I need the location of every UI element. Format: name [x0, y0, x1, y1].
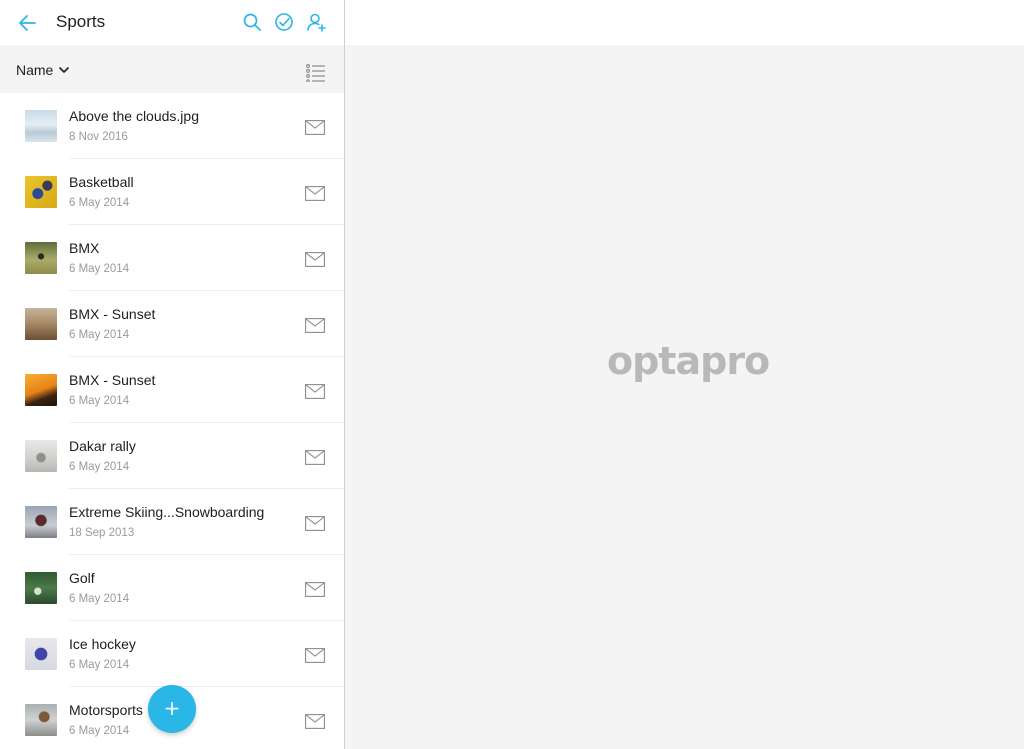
thumbnail-image [25, 176, 57, 208]
sort-by-button[interactable]: Name [16, 62, 70, 78]
optapro-logo: optapro [607, 339, 770, 383]
arrow-left-icon[interactable] [16, 11, 40, 35]
item-date: 6 May 2014 [69, 659, 130, 671]
search-icon[interactable] [241, 11, 263, 33]
list-item[interactable]: BMX 6 May 2014 [0, 225, 344, 291]
chevron-down-icon [59, 66, 70, 73]
list-item[interactable]: BMX - Sunset 6 May 2014 [0, 291, 344, 357]
list-view-icon[interactable] [306, 64, 326, 83]
item-date: 6 May 2014 [69, 593, 130, 605]
sort-by-label: Name [16, 62, 54, 78]
item-name: Ice hockey [69, 636, 136, 652]
page-title: Sports [56, 12, 106, 31]
mail-icon[interactable] [305, 186, 325, 201]
mail-icon[interactable] [305, 648, 325, 663]
thumbnail-image [25, 242, 57, 274]
item-name: Basketball [69, 174, 134, 190]
add-button[interactable]: + [148, 685, 196, 733]
item-name: BMX - Sunset [69, 372, 156, 388]
item-date: 8 Nov 2016 [69, 131, 128, 143]
list-item[interactable]: Above the clouds.jpg 8 Nov 2016 [0, 93, 344, 159]
plus-icon: + [163, 696, 181, 720]
item-name: Golf [69, 570, 95, 586]
mail-icon[interactable] [305, 384, 325, 399]
item-name: Extreme Skiing...Snowboarding [69, 504, 265, 520]
item-date: 6 May 2014 [69, 461, 130, 473]
item-date: 6 May 2014 [69, 197, 130, 209]
list-item[interactable]: Golf 6 May 2014 [0, 555, 344, 621]
thumbnail-image [25, 374, 57, 406]
mail-icon[interactable] [305, 516, 325, 531]
mail-icon[interactable] [305, 450, 325, 465]
thumbnail-image [25, 110, 57, 142]
mail-icon[interactable] [305, 318, 325, 333]
thumbnail-image [25, 572, 57, 604]
thumbnail-image [25, 440, 57, 472]
item-name: Above the clouds.jpg [69, 108, 199, 124]
item-date: 6 May 2014 [69, 725, 130, 737]
list-item[interactable]: Extreme Skiing...Snowboarding 18 Sep 201… [0, 489, 344, 555]
mail-icon[interactable] [305, 582, 325, 597]
select-check-icon[interactable] [273, 11, 295, 33]
list-item[interactable]: Basketball 6 May 2014 [0, 159, 344, 225]
item-name: BMX - Sunset [69, 306, 156, 322]
thumbnail-image [25, 638, 57, 670]
thumbnail-image [25, 308, 57, 340]
sort-bar: Name [0, 45, 344, 93]
mail-icon[interactable] [305, 120, 325, 135]
add-user-icon[interactable] [305, 11, 327, 33]
mail-icon[interactable] [305, 252, 325, 267]
item-date: 6 May 2014 [69, 329, 130, 341]
item-name: BMX [69, 240, 100, 256]
item-date: 6 May 2014 [69, 395, 130, 407]
item-date: 18 Sep 2013 [69, 527, 135, 539]
item-date: 6 May 2014 [69, 263, 130, 275]
list-item[interactable]: Ice hockey 6 May 2014 [0, 621, 344, 687]
file-list: Above the clouds.jpg 8 Nov 2016 Basketba… [0, 93, 344, 749]
mail-icon[interactable] [305, 714, 325, 729]
item-name: Motorsports [69, 702, 143, 718]
top-bar: Sports [0, 0, 344, 45]
item-name: Dakar rally [69, 438, 136, 454]
list-item[interactable]: Dakar rally 6 May 2014 [0, 423, 344, 489]
list-item[interactable]: BMX - Sunset 6 May 2014 [0, 357, 344, 423]
file-list-pane: Sports Name Above the clouds.jpg 8 Nov 2… [0, 0, 344, 749]
detail-top-bar [345, 0, 1024, 45]
detail-pane: optapro [345, 0, 1024, 749]
thumbnail-image [25, 506, 57, 538]
thumbnail-image [25, 704, 57, 736]
